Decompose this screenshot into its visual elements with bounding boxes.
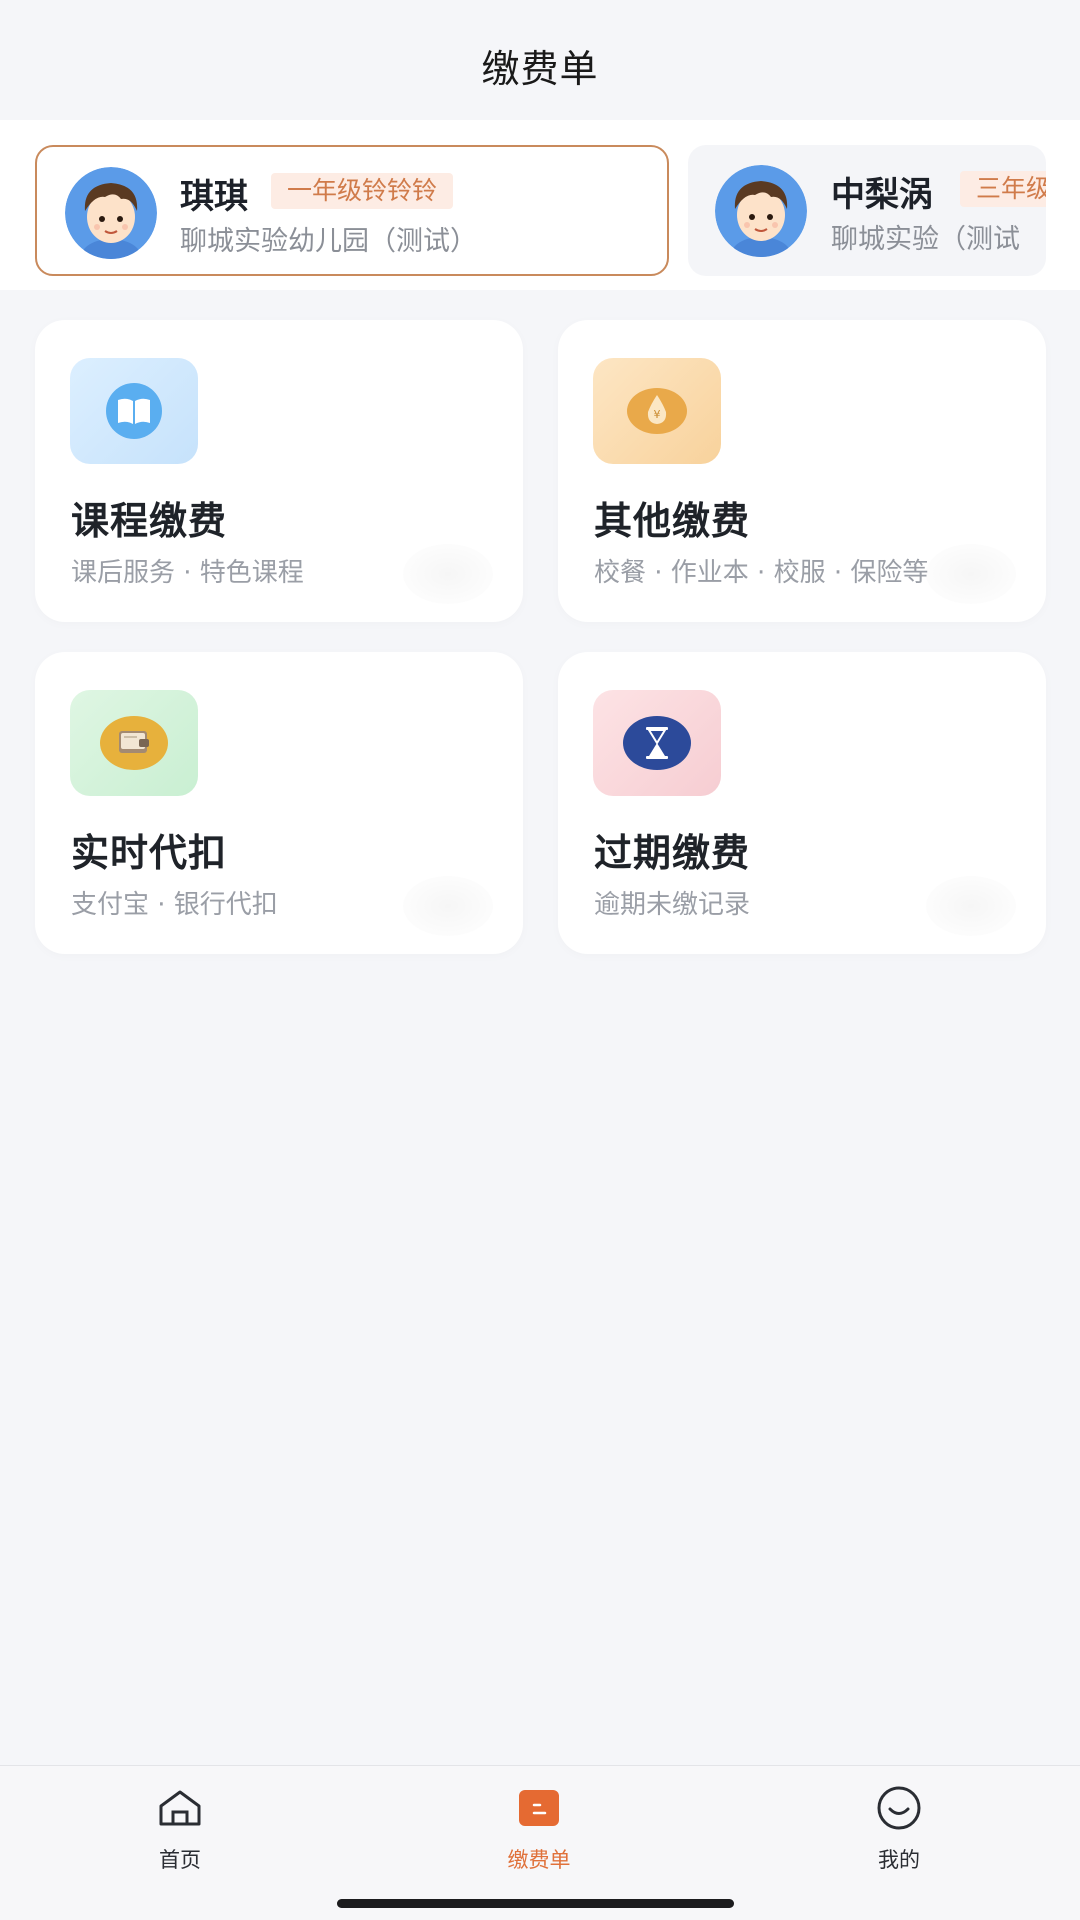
nav-header: 缴费单 [0,0,1080,120]
smile-face-icon [875,1784,923,1832]
tab-bill[interactable]: 缴费单 [459,1784,619,1884]
card-subtitle: 课后服务 · 特色课程 [71,558,304,588]
grade-badge: 一年级铃铃铃 [271,173,454,209]
school-name: 聊城实验（测试 [831,224,1020,255]
tab-home[interactable]: 首页 [100,1784,260,1884]
grade-badge: 三年级 [960,171,1046,207]
home-indicator [337,1899,734,1908]
course-payment-card[interactable]: 课程缴费 课后服务 · 特色课程 [35,320,523,622]
other-payment-card[interactable]: ¥ 其他缴费 校餐 · 作业本 · 校服 · 保险等 [558,320,1046,622]
book-icon [70,358,198,464]
card-subtitle: 支付宝 · 银行代扣 [71,890,278,920]
card-title: 实时代扣 [71,831,228,875]
card-title: 其他缴费 [594,499,751,543]
avatar [65,167,157,259]
hourglass-icon [593,690,721,796]
student-card-zhonglikuo[interactable]: 中梨涡 三年级 聊城实验（测试 [688,145,1046,276]
home-icon [156,1784,204,1832]
tab-label: 我的 [878,1848,920,1872]
auto-deduct-card[interactable]: 实时代扣 支付宝 · 银行代扣 [35,652,523,954]
tab-me[interactable]: 我的 [819,1784,979,1884]
page-title: 缴费单 [481,46,599,91]
student-name: 琪琪 [180,177,248,217]
school-name: 聊城实验幼儿园（测试） [180,226,477,257]
student-selector[interactable]: 琪琪 一年级铃铃铃 聊城实验幼儿园（测试） 中梨涡 三年级 聊城实验（测试 [0,120,1080,290]
tab-label: 缴费单 [507,1848,571,1872]
svg-text:¥: ¥ [654,408,661,421]
money-bag-icon: ¥ [593,358,721,464]
card-subtitle: 逾期未缴记录 [594,890,751,920]
wallet-icon [70,690,198,796]
card-title: 过期缴费 [594,831,751,875]
bottom-tab-bar: 首页 缴费单 我的 [0,1765,1080,1920]
boy-avatar-icon [65,167,157,259]
boy-avatar-icon [715,165,807,257]
card-subtitle: 校餐 · 作业本 · 校服 · 保险等 [594,558,929,588]
overdue-payment-card[interactable]: 过期缴费 逾期未缴记录 [558,652,1046,954]
tab-label: 首页 [159,1848,201,1872]
bill-icon [515,1784,563,1832]
student-name: 中梨涡 [831,175,933,215]
bill-page: 缴费单 琪琪 一年级铃铃铃 聊城实验幼儿园（测试） 中梨涡 三年级 聊城实验（测… [0,0,1080,1920]
student-card-qiqi[interactable]: 琪琪 一年级铃铃铃 聊城实验幼儿园（测试） [35,145,669,276]
avatar [715,165,807,257]
card-title: 课程缴费 [71,499,228,543]
